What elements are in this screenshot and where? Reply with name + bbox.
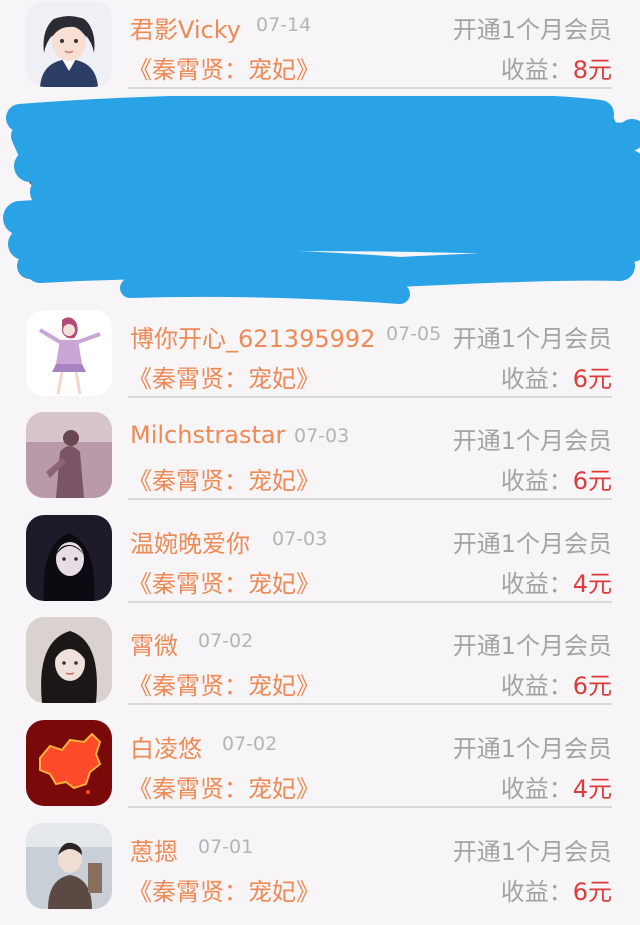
book-title[interactable]: 《秦霄贤：宠妃》 xyxy=(128,666,320,701)
list-item[interactable]: 博你开心_621395992 07-05 开通1个月会员 《秦霄贤：宠妃》 收益… xyxy=(0,309,640,412)
earnings-label: 收益： xyxy=(500,672,573,700)
earnings-amount: 8元 xyxy=(572,56,612,84)
date-label: 07-02 xyxy=(198,630,254,652)
list-item[interactable]: Milchstrastar 07-03 开通1个月会员 《秦霄贤：宠妃》 收益：… xyxy=(0,411,640,514)
earnings-amount: 6元 xyxy=(572,467,612,495)
earnings-amount: 6元 xyxy=(572,672,612,700)
divider xyxy=(128,703,612,705)
earnings-label: 收益： xyxy=(500,775,573,803)
earnings: 收益：6元 xyxy=(501,872,612,907)
divider xyxy=(128,396,612,398)
divider xyxy=(128,601,612,603)
girl-avatar-icon[interactable] xyxy=(26,1,112,87)
earnings: 收益：6元 xyxy=(501,359,612,394)
photo-avatar-icon[interactable] xyxy=(26,412,112,498)
book-title[interactable]: 《秦霄贤：宠妃》 xyxy=(128,50,320,85)
user-name[interactable]: 白凌悠 xyxy=(130,729,202,764)
list-item[interactable]: 温婉晚爱你 07-03 开通1个月会员 《秦霄贤：宠妃》 收益：4元 xyxy=(0,514,640,617)
earnings-amount: 6元 xyxy=(572,365,612,393)
earnings-amount: 6元 xyxy=(572,878,612,906)
user-name[interactable]: 君影Vicky xyxy=(130,10,241,45)
user-name[interactable]: Milchstrastar xyxy=(130,421,285,449)
list-item[interactable]: 白凌悠 07-02 开通1个月会员 《秦霄贤：宠妃》 收益：4元 xyxy=(0,719,640,822)
user-name[interactable]: 温婉晚爱你 xyxy=(130,524,250,559)
book-title[interactable]: 《秦霄贤：宠妃》 xyxy=(128,359,320,394)
earnings-label: 收益： xyxy=(500,878,573,906)
earnings-list: 君影Vicky 07-14 开通1个月会员 《秦霄贤：宠妃》 收益：8元 博你开… xyxy=(0,0,640,909)
redaction-scribble xyxy=(3,96,640,304)
earnings-label: 收益： xyxy=(500,570,573,598)
photo-avatar-icon[interactable] xyxy=(26,617,112,703)
membership-label: 开通1个月会员 xyxy=(452,735,612,763)
list-item[interactable]: 君影Vicky 07-14 开通1个月会员 《秦霄贤：宠妃》 收益：8元 xyxy=(0,0,640,103)
earnings: 收益：4元 xyxy=(501,769,612,804)
user-name[interactable]: 蒽摁 xyxy=(130,832,178,867)
divider xyxy=(128,87,612,89)
membership-label: 开通1个月会员 xyxy=(452,325,612,353)
earnings-amount: 4元 xyxy=(572,570,612,598)
earnings-label: 收益： xyxy=(500,365,573,393)
anime-figure-avatar-icon[interactable] xyxy=(26,310,112,396)
book-title[interactable]: 《秦霄贤：宠妃》 xyxy=(128,461,320,496)
date-label: 07-01 xyxy=(198,836,254,858)
date-label: 07-03 xyxy=(272,528,328,550)
book-title[interactable]: 《秦霄贤：宠妃》 xyxy=(128,564,320,599)
user-name[interactable]: 博你开心_621395992 xyxy=(130,319,375,354)
earnings: 收益：8元 xyxy=(501,50,612,85)
map-avatar-icon[interactable] xyxy=(26,720,112,806)
earnings-label: 收益： xyxy=(500,56,573,84)
earnings-amount: 4元 xyxy=(572,775,612,803)
book-title[interactable]: 《秦霄贤：宠妃》 xyxy=(128,769,320,804)
earnings-label: 收益： xyxy=(500,467,573,495)
photo-avatar-icon[interactable] xyxy=(26,515,112,601)
photo-avatar-icon[interactable] xyxy=(26,823,112,909)
date-label: 07-02 xyxy=(222,733,278,755)
membership-label: 开通1个月会员 xyxy=(452,838,612,866)
date-label: 07-03 xyxy=(294,425,350,447)
membership-label: 开通1个月会员 xyxy=(452,427,612,455)
date-label: 07-05 xyxy=(386,323,442,345)
membership-label: 开通1个月会员 xyxy=(452,632,612,660)
list-item[interactable]: 蒽摁 07-01 开通1个月会员 《秦霄贤：宠妃》 收益：6元 xyxy=(0,822,640,925)
divider xyxy=(128,498,612,500)
earnings: 收益：6元 xyxy=(501,461,612,496)
divider xyxy=(128,806,612,808)
membership-label: 开通1个月会员 xyxy=(452,530,612,558)
list-item[interactable]: 霄微 07-02 开通1个月会员 《秦霄贤：宠妃》 收益：6元 xyxy=(0,616,640,719)
date-label: 07-14 xyxy=(256,14,312,36)
earnings: 收益：4元 xyxy=(501,564,612,599)
user-name[interactable]: 霄微 xyxy=(130,626,178,661)
book-title[interactable]: 《秦霄贤：宠妃》 xyxy=(128,872,320,907)
membership-label: 开通1个月会员 xyxy=(452,16,612,44)
earnings: 收益：6元 xyxy=(501,666,612,701)
